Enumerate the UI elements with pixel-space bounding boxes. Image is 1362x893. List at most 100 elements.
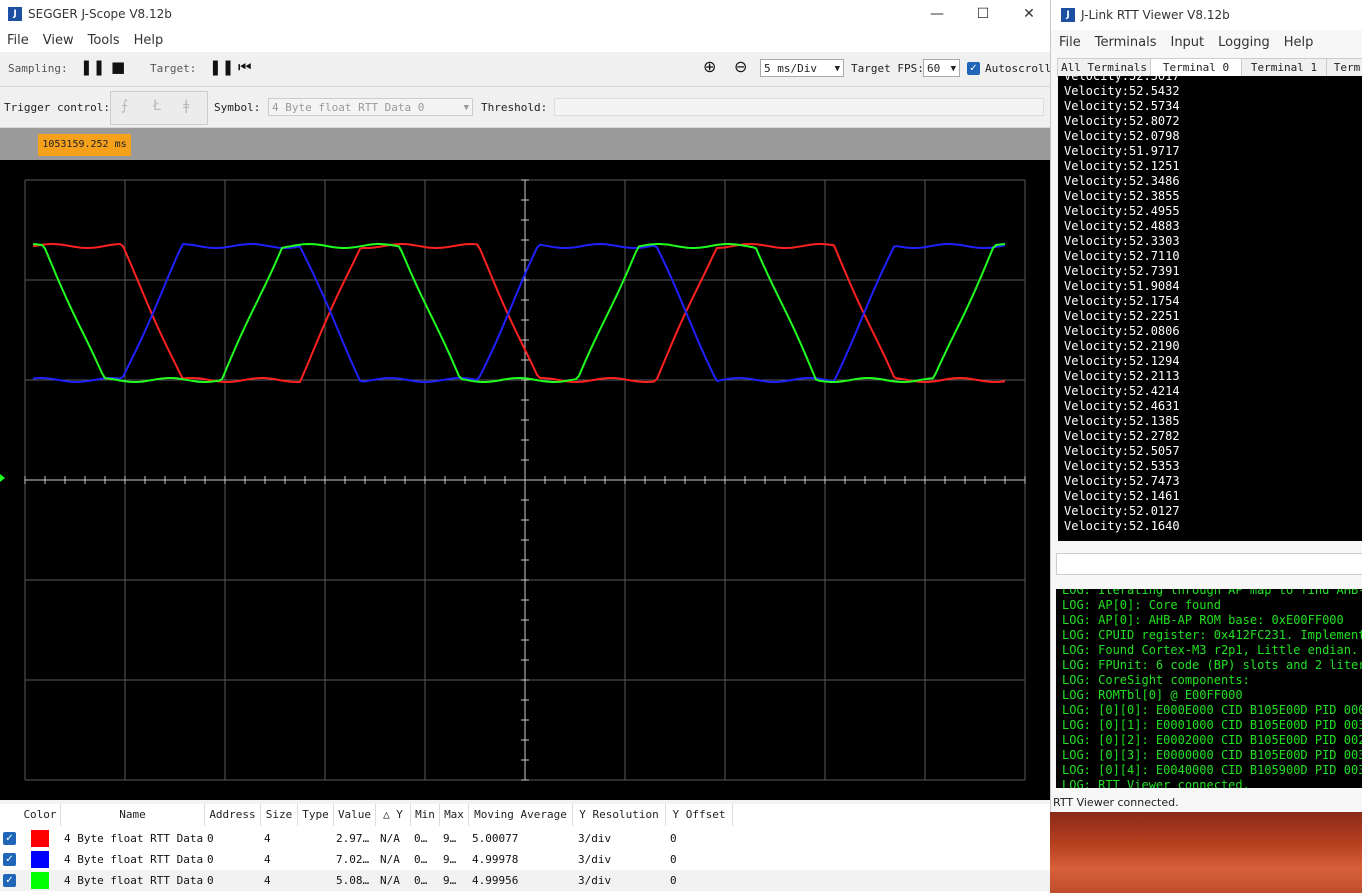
cell-yres: 3/div (578, 832, 612, 845)
target-pause-icon[interactable]: ❚❚ (209, 58, 234, 76)
target-rewind-icon[interactable]: ⏮ (238, 58, 252, 76)
channel-visible-checkbox[interactable]: ✓ (3, 832, 16, 845)
cell-name: 4 Byte float RTT Data 0 (64, 832, 204, 845)
cell-value: 2.97… (336, 832, 370, 845)
terminal-line: Velocity:52.1640 (1064, 519, 1180, 533)
cell-avg: 4.99978 (472, 853, 519, 866)
trigger-rising-icon[interactable]: ⨍ (121, 98, 128, 114)
col-y-offset[interactable]: Y Offset (666, 804, 733, 826)
tab-terminal-1[interactable]: Terminal 1 (1241, 58, 1327, 77)
cell-avg: 4.99956 (472, 874, 519, 887)
col-y-resolution[interactable]: Y Resolution (573, 804, 666, 826)
channel-visible-checkbox[interactable]: ✓ (3, 853, 16, 866)
terminal-line: Velocity:52.4631 (1064, 399, 1180, 413)
tab-all-terminals[interactable]: All Terminals (1057, 58, 1151, 77)
log-line: LOG: Iterating through AP map to find AH… (1062, 589, 1362, 597)
terminal-line: Velocity:52.8072 (1064, 114, 1180, 128)
time-marker[interactable]: 1053159.252 ms (38, 134, 131, 156)
rtt-viewer-window: J J-Link RTT Viewer V8.12b File Terminal… (1050, 0, 1362, 893)
symbol-select[interactable]: 4 Byte float RTT Data 0 ▼ (268, 98, 473, 116)
status-text: RTT Viewer connected. (1053, 796, 1179, 809)
cell-dy: N/A (380, 874, 400, 887)
tab-terminal-0[interactable]: Terminal 0 (1150, 58, 1242, 77)
cell-size: 4 (264, 853, 271, 866)
zoom-out-icon[interactable]: ⊖ (734, 57, 747, 76)
threshold-input[interactable] (554, 98, 1044, 116)
col-delta-y[interactable]: △ Y (376, 804, 411, 826)
menu-tools[interactable]: Tools (81, 33, 127, 48)
threshold-label: Threshold: (481, 101, 548, 114)
terminal-input[interactable] (1056, 553, 1362, 575)
fps-select[interactable]: 60 ▼ (923, 59, 960, 77)
rtt-menu-input[interactable]: Input (1163, 35, 1211, 50)
rtt-menu-logging[interactable]: Logging (1211, 35, 1277, 50)
time-div-select[interactable]: 5 ms/Div ▼ (760, 59, 844, 77)
terminal-line: Velocity:52.2251 (1064, 309, 1180, 323)
terminal-line: Velocity:52.4955 (1064, 204, 1180, 218)
channel-visible-checkbox[interactable]: ✓ (3, 874, 16, 887)
channel-color-swatch[interactable] (31, 830, 49, 847)
zoom-in-icon[interactable]: ⊕ (703, 57, 716, 76)
trigger-both-icon[interactable]: ǂ (183, 98, 189, 114)
desktop-wallpaper (1050, 812, 1362, 893)
tab-terminal-more[interactable]: Term (1326, 58, 1362, 77)
symbol-label: Symbol: (214, 101, 261, 114)
table-row[interactable]: ✓ 4 Byte float RTT Data 0 0 4 2.97… N/A 0… 9… 5.… (0, 828, 1050, 849)
col-min[interactable]: Min (411, 804, 440, 826)
cell-min: 0… (414, 874, 428, 887)
terminal-line: Velocity:52.7473 (1064, 474, 1180, 488)
menu-help[interactable]: Help (127, 33, 171, 48)
symbol-value: 4 Byte float RTT Data 0 (272, 101, 425, 114)
log-line: LOG: [0][1]: E0001000 CID B105E00D PID 0… (1062, 718, 1362, 732)
sampling-stop-icon[interactable]: ■ (111, 58, 125, 76)
jscope-toolbar: Sampling: ❚❚ ■ Target: ❚❚ ⏮ ⊕ ⊖ 5 ms/Div… (0, 52, 1051, 87)
channel-color-swatch[interactable] (31, 851, 49, 868)
terminal-line: Velocity:52.0806 (1064, 324, 1180, 338)
cell-size: 4 (264, 874, 271, 887)
channel-color-swatch[interactable] (31, 872, 49, 889)
col-name[interactable]: Name (61, 804, 205, 826)
trigger-falling-icon[interactable]: Ł (153, 98, 161, 114)
col-value[interactable]: Value (334, 804, 376, 826)
minimize-button[interactable]: — (914, 0, 960, 28)
terminal-line: Velocity:52.4214 (1064, 384, 1180, 398)
terminal-output[interactable]: Velocity:52.5017 Velocity:52.5432 Velocity… (1058, 76, 1362, 541)
menu-view[interactable]: View (36, 33, 81, 48)
col-address[interactable]: Address (205, 804, 261, 826)
close-button[interactable]: ✕ (1006, 0, 1052, 28)
log-output[interactable]: LOG: Iterating through AP map to find AH… (1056, 589, 1362, 788)
terminal-line: Velocity:52.1385 (1064, 414, 1180, 428)
rtt-menu-help[interactable]: Help (1277, 35, 1321, 50)
terminal-line: Velocity:52.5432 (1064, 84, 1180, 98)
terminal-line: Velocity:52.2190 (1064, 339, 1180, 353)
terminal-line: Velocity:52.3303 (1064, 234, 1180, 248)
time-bar (0, 128, 1050, 160)
rtt-titlebar: J J-Link RTT Viewer V8.12b (1051, 0, 1362, 30)
log-line: LOG: [0][3]: E0000000 CID B105E00D PID 0… (1062, 748, 1362, 762)
signal-trace (32, 242, 1006, 384)
cell-name: 4 Byte float RTT Data 1 (64, 853, 204, 866)
cell-name: 4 Byte float RTT Data 2 (64, 874, 204, 887)
jscope-titlebar: J SEGGER J-Scope V8.12b (0, 0, 1050, 28)
table-row[interactable]: ✓ 4 Byte float RTT Data 1 0 4 7.02… N/A 0… 9… 4.… (0, 849, 1050, 870)
sampling-pause-icon[interactable]: ❚❚ (80, 58, 105, 76)
maximize-button[interactable]: ☐ (960, 0, 1006, 28)
col-size[interactable]: Size (261, 804, 298, 826)
menu-file[interactable]: File (0, 33, 36, 48)
rtt-tabs: All Terminals Terminal 0 Terminal 1 Term (1057, 58, 1362, 77)
col-max[interactable]: Max (440, 804, 469, 826)
col-moving-average[interactable]: Moving Average (469, 804, 573, 826)
cell-yoff: 0 (670, 853, 677, 866)
autoscroll-checkbox[interactable]: ✓ (967, 62, 980, 75)
col-type[interactable]: Type (298, 804, 334, 826)
table-row[interactable]: ✓ 4 Byte float RTT Data 2 0 4 5.08… N/A 0… 9… 4.… (0, 870, 1050, 891)
rtt-title: J-Link RTT Viewer V8.12b (1081, 8, 1230, 22)
cell-max: 9… (443, 853, 457, 866)
rtt-menu-file[interactable]: File (1051, 35, 1088, 50)
scope-plot-area[interactable] (0, 160, 1050, 800)
col-color[interactable]: Color (20, 804, 61, 826)
cell-value: 7.02… (336, 853, 370, 866)
cell-yres: 3/div (578, 853, 612, 866)
rtt-menu-terminals[interactable]: Terminals (1088, 35, 1164, 50)
terminal-line: Velocity:52.5017 (1064, 76, 1180, 83)
